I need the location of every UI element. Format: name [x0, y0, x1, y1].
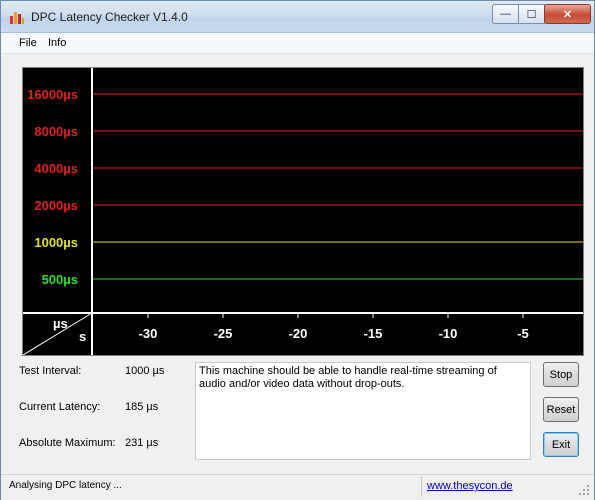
website-link[interactable]: www.thesycon.de — [427, 480, 513, 492]
y-tick-label: 1000µs — [34, 235, 78, 250]
x-tick-label: -10 — [439, 326, 458, 341]
x-tick-label: -25 — [214, 326, 233, 341]
menu-bar: File Info — [1, 33, 594, 54]
x-tick-label: -15 — [364, 326, 383, 341]
maximize-icon: ☐ — [526, 8, 537, 21]
y-tick-label: 4000µs — [34, 161, 78, 176]
y-tick-label: 16000µs — [27, 87, 78, 102]
window-title: DPC Latency Checker V1.4.0 — [31, 10, 188, 24]
x-tick-label: -30 — [139, 326, 158, 341]
status-bar: Analysing DPC latency ... www.thesycon.d… — [1, 474, 594, 500]
status-separator — [421, 477, 422, 497]
absolute-maximum-label: Absolute Maximum: — [19, 437, 116, 449]
menu-info[interactable]: Info — [48, 37, 66, 49]
y-tick-label: 2000µs — [34, 198, 78, 213]
latency-chart: µs s 16000µs 8000µs 4000µs 2000µs 1000µs 500µ… — [22, 67, 584, 356]
y-tick-label: 8000µs — [34, 124, 78, 139]
maximize-button[interactable]: ☐ — [518, 4, 545, 24]
current-latency-value: 185 µs — [125, 401, 159, 413]
minimize-button[interactable]: — — [492, 4, 519, 24]
absolute-maximum-value: 231 µs — [125, 437, 159, 449]
x-tick-label: -20 — [289, 326, 308, 341]
title-bar[interactable]: DPC Latency Checker V1.4.0 — ☐ ✕ — [1, 1, 594, 33]
resize-grip-icon[interactable] — [577, 483, 591, 497]
app-bar-chart-icon — [10, 12, 24, 24]
exit-button[interactable]: Exit — [543, 432, 579, 457]
x-unit-label: s — [79, 329, 86, 344]
status-message-text: This machine should be able to handle re… — [199, 365, 497, 390]
current-latency-label: Current Latency: — [19, 401, 101, 413]
status-message-box: This machine should be able to handle re… — [195, 362, 531, 460]
test-interval-value: 1000 µs — [125, 365, 165, 377]
close-icon: ✕ — [562, 8, 573, 21]
minimize-icon: — — [500, 8, 511, 20]
y-unit-label: µs — [53, 316, 68, 331]
y-tick-label: 500µs — [42, 272, 78, 287]
test-interval-label: Test Interval: — [19, 365, 82, 377]
x-tick-label: -5 — [517, 326, 529, 341]
reset-button[interactable]: Reset — [543, 397, 579, 422]
app-window: DPC Latency Checker V1.4.0 — ☐ ✕ File In… — [0, 0, 595, 500]
menu-file[interactable]: File — [19, 37, 37, 49]
close-button[interactable]: ✕ — [544, 4, 591, 24]
latency-chart-svg: µs s 16000µs 8000µs 4000µs 2000µs 1000µs 500µ… — [23, 68, 583, 355]
stop-button[interactable]: Stop — [543, 362, 579, 387]
status-text: Analysing DPC latency ... — [9, 480, 122, 491]
